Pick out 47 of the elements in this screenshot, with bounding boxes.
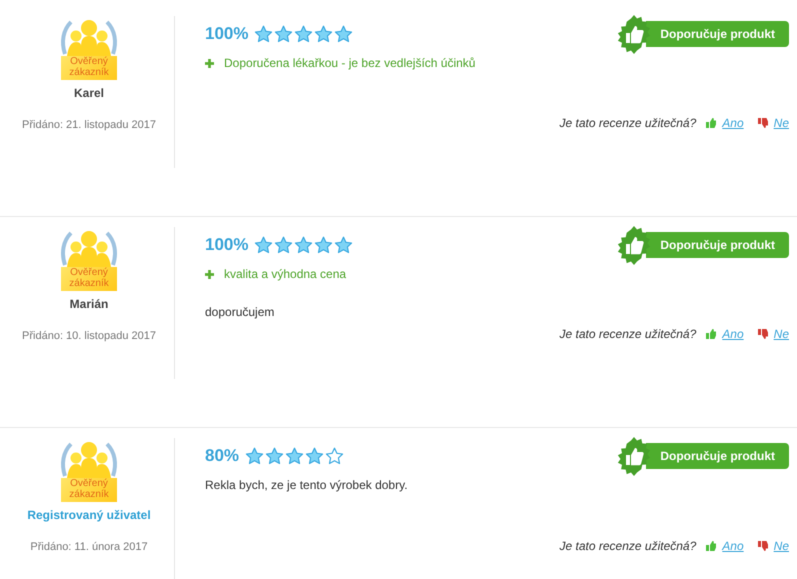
plus-icon	[205, 58, 214, 68]
yes-link[interactable]: Ano	[722, 116, 744, 130]
thumbs-down-icon	[756, 328, 769, 340]
filled-star-icon	[274, 25, 294, 43]
author-name: Karel	[74, 86, 104, 100]
filled-star-icon	[294, 236, 314, 254]
pro-text: kvalita a výhodna cena	[224, 267, 346, 281]
review-text: Rekla bych, ze je tento výrobek dobry.	[205, 478, 409, 492]
yes-link[interactable]: Ano	[722, 539, 744, 553]
thumbs-down-icon	[756, 540, 769, 552]
thumbs-down-icon	[756, 117, 769, 129]
thumbs-up-icon	[705, 540, 718, 552]
filled-star-icon	[334, 25, 354, 43]
review-date: Přidáno: 21. listopadu 2017	[22, 119, 156, 131]
plus-icon	[205, 270, 214, 278]
review-date: Přidáno: 10. listopadu 2017	[22, 330, 156, 342]
helpful-question: Je tato recenze užitečná?	[560, 116, 696, 130]
no-link[interactable]: Ne	[774, 327, 789, 341]
filled-star-icon	[294, 25, 314, 43]
pro-text: Doporučena lékařkou - je bez vedlejších účinků	[224, 56, 476, 70]
rating-percent: 100%	[205, 24, 248, 44]
helpful-question: Je tato recenze užitečná?	[560, 327, 696, 341]
filled-star-icon	[274, 236, 294, 254]
filled-star-icon	[265, 447, 284, 465]
author-name[interactable]: Registrovaný uživatel	[27, 508, 151, 522]
thumbs-up-icon	[705, 328, 718, 340]
helpful-question: Je tato recenze užitečná?	[560, 539, 696, 553]
filled-star-icon	[254, 25, 274, 43]
verified-customer-badge: Ověřený zákazník	[59, 227, 119, 291]
thumbs-up-icon	[705, 117, 718, 129]
no-link[interactable]: Ne	[774, 539, 789, 553]
rating-percent: 80%	[205, 446, 240, 466]
filled-star-icon	[314, 236, 334, 254]
filled-star-icon	[254, 236, 274, 254]
rating-percent: 100%	[205, 235, 248, 255]
verified-customer-badge: Ověřený zákazník	[59, 16, 119, 80]
filled-star-icon	[314, 25, 334, 43]
filled-star-icon	[245, 447, 264, 465]
verified-customer-badge: Ověřený zákazník	[59, 438, 119, 502]
filled-star-icon	[285, 447, 304, 465]
review-date: Přidáno: 11. února 2017	[30, 541, 148, 553]
yes-link[interactable]: Ano	[722, 327, 744, 341]
review-text: doporučujem	[205, 305, 276, 319]
author-name: Marián	[70, 297, 108, 311]
filled-star-icon	[334, 236, 354, 254]
filled-star-icon	[305, 447, 324, 465]
no-link[interactable]: Ne	[774, 116, 789, 130]
